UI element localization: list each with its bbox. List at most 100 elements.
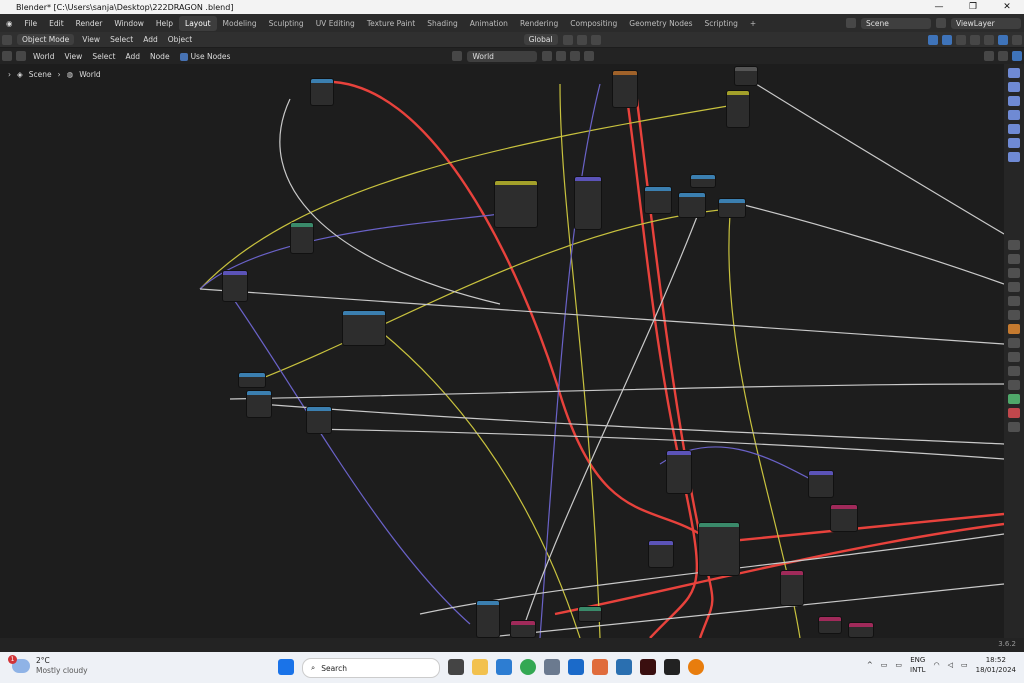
object-mode-dropdown[interactable]: Object Mode <box>17 34 75 45</box>
shading-wireframe-icon[interactable] <box>970 34 981 45</box>
blender-logo-icon[interactable]: ◉ <box>0 19 19 28</box>
view-layer-icon[interactable] <box>1008 282 1020 292</box>
language-indicator[interactable]: ENG INTL <box>910 655 925 675</box>
menu-help[interactable]: Help <box>150 19 179 28</box>
menu-edit[interactable]: Edit <box>43 19 70 28</box>
pin-icon[interactable] <box>584 51 595 61</box>
chrome-icon[interactable] <box>520 659 536 675</box>
node-overlay-icon[interactable] <box>1012 51 1022 61</box>
viewport-menu-add[interactable]: Add <box>143 35 158 44</box>
shader-node[interactable] <box>644 186 672 214</box>
fake-user-shield-icon[interactable] <box>542 51 553 61</box>
viewport-menu-view[interactable]: View <box>82 35 100 44</box>
object-icon[interactable] <box>1008 324 1020 334</box>
xray-icon[interactable] <box>956 34 967 45</box>
clock[interactable]: 18:52 18/01/2024 <box>976 655 1016 675</box>
camera-icon[interactable] <box>1008 82 1020 92</box>
camera-icon[interactable] <box>1008 96 1020 106</box>
tab-animation[interactable]: Animation <box>464 16 514 31</box>
tab-sculpting[interactable]: Sculpting <box>263 16 310 31</box>
gizmo-toggle-icon[interactable] <box>928 34 939 45</box>
unlink-x-icon[interactable] <box>570 51 581 61</box>
tab-layout[interactable]: Layout <box>179 15 217 31</box>
shader-node[interactable] <box>476 600 500 638</box>
constraints-icon[interactable] <box>1008 380 1020 390</box>
windows-start-icon[interactable] <box>278 659 294 675</box>
battery-icon[interactable]: ▭ <box>961 661 968 669</box>
shader-node[interactable] <box>222 270 248 302</box>
tab-rendering[interactable]: Rendering <box>514 16 564 31</box>
shader-node[interactable] <box>578 606 602 622</box>
task-view-icon[interactable] <box>448 659 464 675</box>
tool-icon[interactable] <box>1008 240 1020 250</box>
tab-uv-editing[interactable]: UV Editing <box>310 16 361 31</box>
settings-gear-icon[interactable] <box>544 659 560 675</box>
volume-icon[interactable]: ◁ <box>948 661 953 669</box>
camera-icon[interactable] <box>1008 110 1020 120</box>
shader-node[interactable] <box>726 90 750 128</box>
shader-node[interactable] <box>306 406 332 434</box>
app-icon[interactable] <box>592 659 608 675</box>
blender-icon[interactable] <box>688 659 704 675</box>
shader-type-dropdown[interactable]: World <box>33 52 55 61</box>
duplicate-icon[interactable] <box>556 51 567 61</box>
shading-solid-icon[interactable] <box>984 34 995 45</box>
shader-node[interactable] <box>808 470 834 498</box>
menu-window[interactable]: Window <box>108 19 150 28</box>
shader-node[interactable] <box>574 176 602 230</box>
shader-node[interactable] <box>310 78 334 106</box>
world-icon[interactable] <box>1008 310 1020 320</box>
world-datablock-field[interactable]: World <box>467 50 538 62</box>
snap-node-icon[interactable] <box>998 51 1008 61</box>
render-icon[interactable] <box>1008 254 1020 264</box>
shader-node[interactable] <box>830 504 858 532</box>
tab-shading[interactable]: Shading <box>421 16 463 31</box>
shader-node[interactable] <box>246 390 272 418</box>
menu-render[interactable]: Render <box>70 19 109 28</box>
maximize-button[interactable]: ❐ <box>956 2 990 12</box>
add-workspace-button[interactable]: + <box>744 16 762 31</box>
camera-icon[interactable] <box>1008 138 1020 148</box>
shader-node[interactable] <box>648 540 674 568</box>
menu-file[interactable]: File <box>19 19 44 28</box>
shader-node[interactable] <box>678 192 706 218</box>
node-menu-node[interactable]: Node <box>150 52 170 61</box>
shader-node[interactable] <box>780 570 804 606</box>
camera-icon[interactable] <box>1008 152 1020 162</box>
outlook-icon[interactable] <box>568 659 584 675</box>
node-menu-add[interactable]: Add <box>125 52 140 61</box>
output-icon[interactable] <box>1008 268 1020 278</box>
shader-node[interactable] <box>290 222 314 254</box>
node-menu-select[interactable]: Select <box>92 52 115 61</box>
overlay-toggle-icon[interactable] <box>942 34 953 45</box>
tab-geometry-nodes[interactable]: Geometry Nodes <box>623 16 698 31</box>
material-icon[interactable] <box>1008 408 1020 418</box>
mail-icon[interactable] <box>616 659 632 675</box>
tab-compositing[interactable]: Compositing <box>564 16 623 31</box>
search-box[interactable]: ⌕ Search <box>302 658 440 678</box>
chevron-up-icon[interactable]: ^ <box>867 661 873 669</box>
close-button[interactable]: ✕ <box>990 2 1024 12</box>
shader-node[interactable] <box>612 70 638 108</box>
display-icon[interactable]: ▭ <box>895 661 902 669</box>
physics-icon[interactable] <box>1008 366 1020 376</box>
shader-node[interactable] <box>718 198 746 218</box>
tab-texture-paint[interactable]: Texture Paint <box>361 16 421 31</box>
texture-icon[interactable] <box>1008 422 1020 432</box>
keyboard-icon[interactable]: ▭ <box>881 661 888 669</box>
wifi-icon[interactable]: ◠ <box>934 661 940 669</box>
camera-icon[interactable] <box>1008 68 1020 78</box>
viewport-menu-select[interactable]: Select <box>110 35 133 44</box>
shading-material-icon[interactable] <box>998 34 1009 45</box>
node-menu-view[interactable]: View <box>65 52 83 61</box>
use-nodes-checkbox[interactable]: Use Nodes <box>179 52 230 61</box>
particles-icon[interactable] <box>1008 352 1020 362</box>
proportional-edit-icon[interactable] <box>590 34 601 45</box>
tab-scripting[interactable]: Scripting <box>699 16 744 31</box>
shader-node[interactable] <box>666 450 692 494</box>
shading-rendered-icon[interactable] <box>1012 34 1023 45</box>
modifier-wrench-icon[interactable] <box>1008 338 1020 348</box>
editor-type-icon[interactable] <box>2 34 12 45</box>
shader-node[interactable] <box>510 620 536 638</box>
node-editor-canvas[interactable]: › ◈ Scene › ◍ World <box>0 64 1004 638</box>
